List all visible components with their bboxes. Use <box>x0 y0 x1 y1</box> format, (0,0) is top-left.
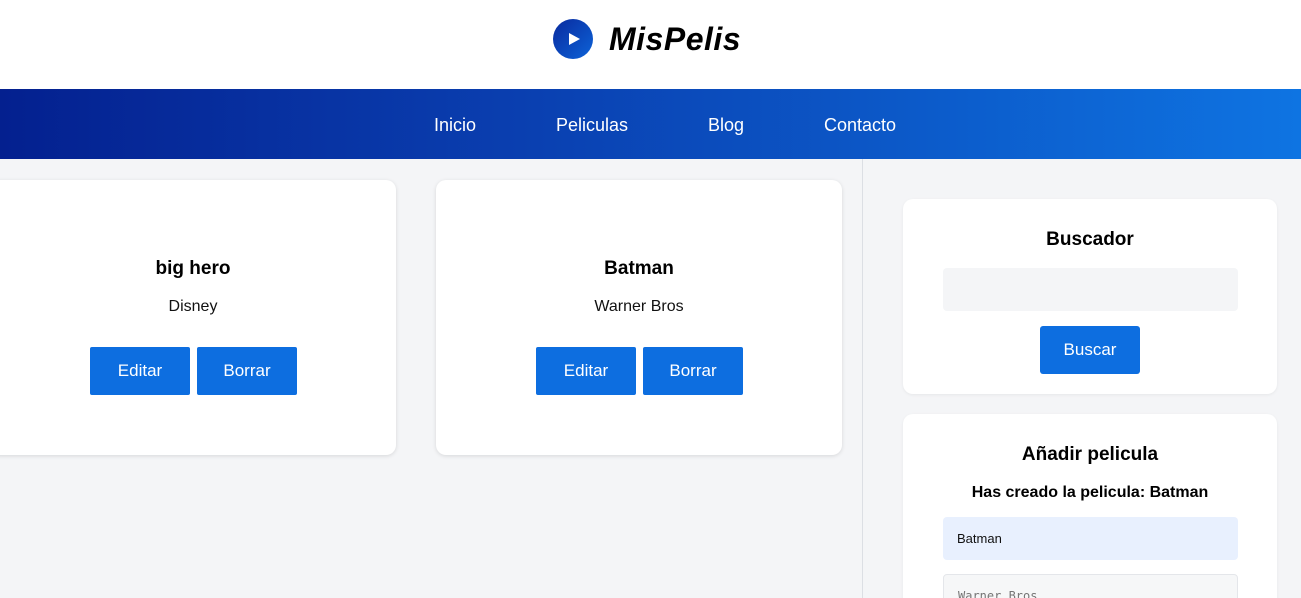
add-movie-panel: Añadir pelicula Has creado la pelicula: … <box>903 414 1277 598</box>
delete-button[interactable]: Borrar <box>643 347 743 395</box>
site-logo[interactable]: MisPelis <box>553 19 741 59</box>
movie-card: Batman Warner Bros Editar Borrar <box>436 180 842 455</box>
edit-button[interactable]: Editar <box>536 347 636 395</box>
site-title: MisPelis <box>609 20 742 57</box>
site-header: MisPelis <box>0 0 1301 89</box>
nav-item-blog[interactable]: Blog <box>708 89 744 159</box>
movie-studio-field[interactable] <box>943 574 1238 598</box>
search-button[interactable]: Buscar <box>1040 326 1140 374</box>
search-title: Buscador <box>1046 229 1134 250</box>
nav-item-inicio[interactable]: Inicio <box>434 89 476 159</box>
nav-item-peliculas[interactable]: Peliculas <box>556 89 628 159</box>
created-notice: Has creado la pelicula: Batman <box>971 484 1209 501</box>
main-nav: Inicio Peliculas Blog Contacto <box>0 89 1301 159</box>
search-panel: Buscador Buscar <box>903 199 1277 394</box>
search-input[interactable] <box>943 268 1238 311</box>
movie-title: big hero <box>155 258 231 279</box>
play-icon <box>553 19 593 59</box>
nav-item-contacto[interactable]: Contacto <box>824 89 896 159</box>
add-movie-title: Añadir pelicula <box>1021 444 1159 465</box>
movie-studio: Warner Bros <box>594 298 684 315</box>
movie-title-field[interactable] <box>943 517 1238 560</box>
delete-button[interactable]: Borrar <box>197 347 297 395</box>
movie-title: Batman <box>604 258 674 279</box>
movie-card: big hero Disney Editar Borrar <box>0 180 396 455</box>
edit-button[interactable]: Editar <box>90 347 190 395</box>
movie-studio: Disney <box>168 298 218 315</box>
